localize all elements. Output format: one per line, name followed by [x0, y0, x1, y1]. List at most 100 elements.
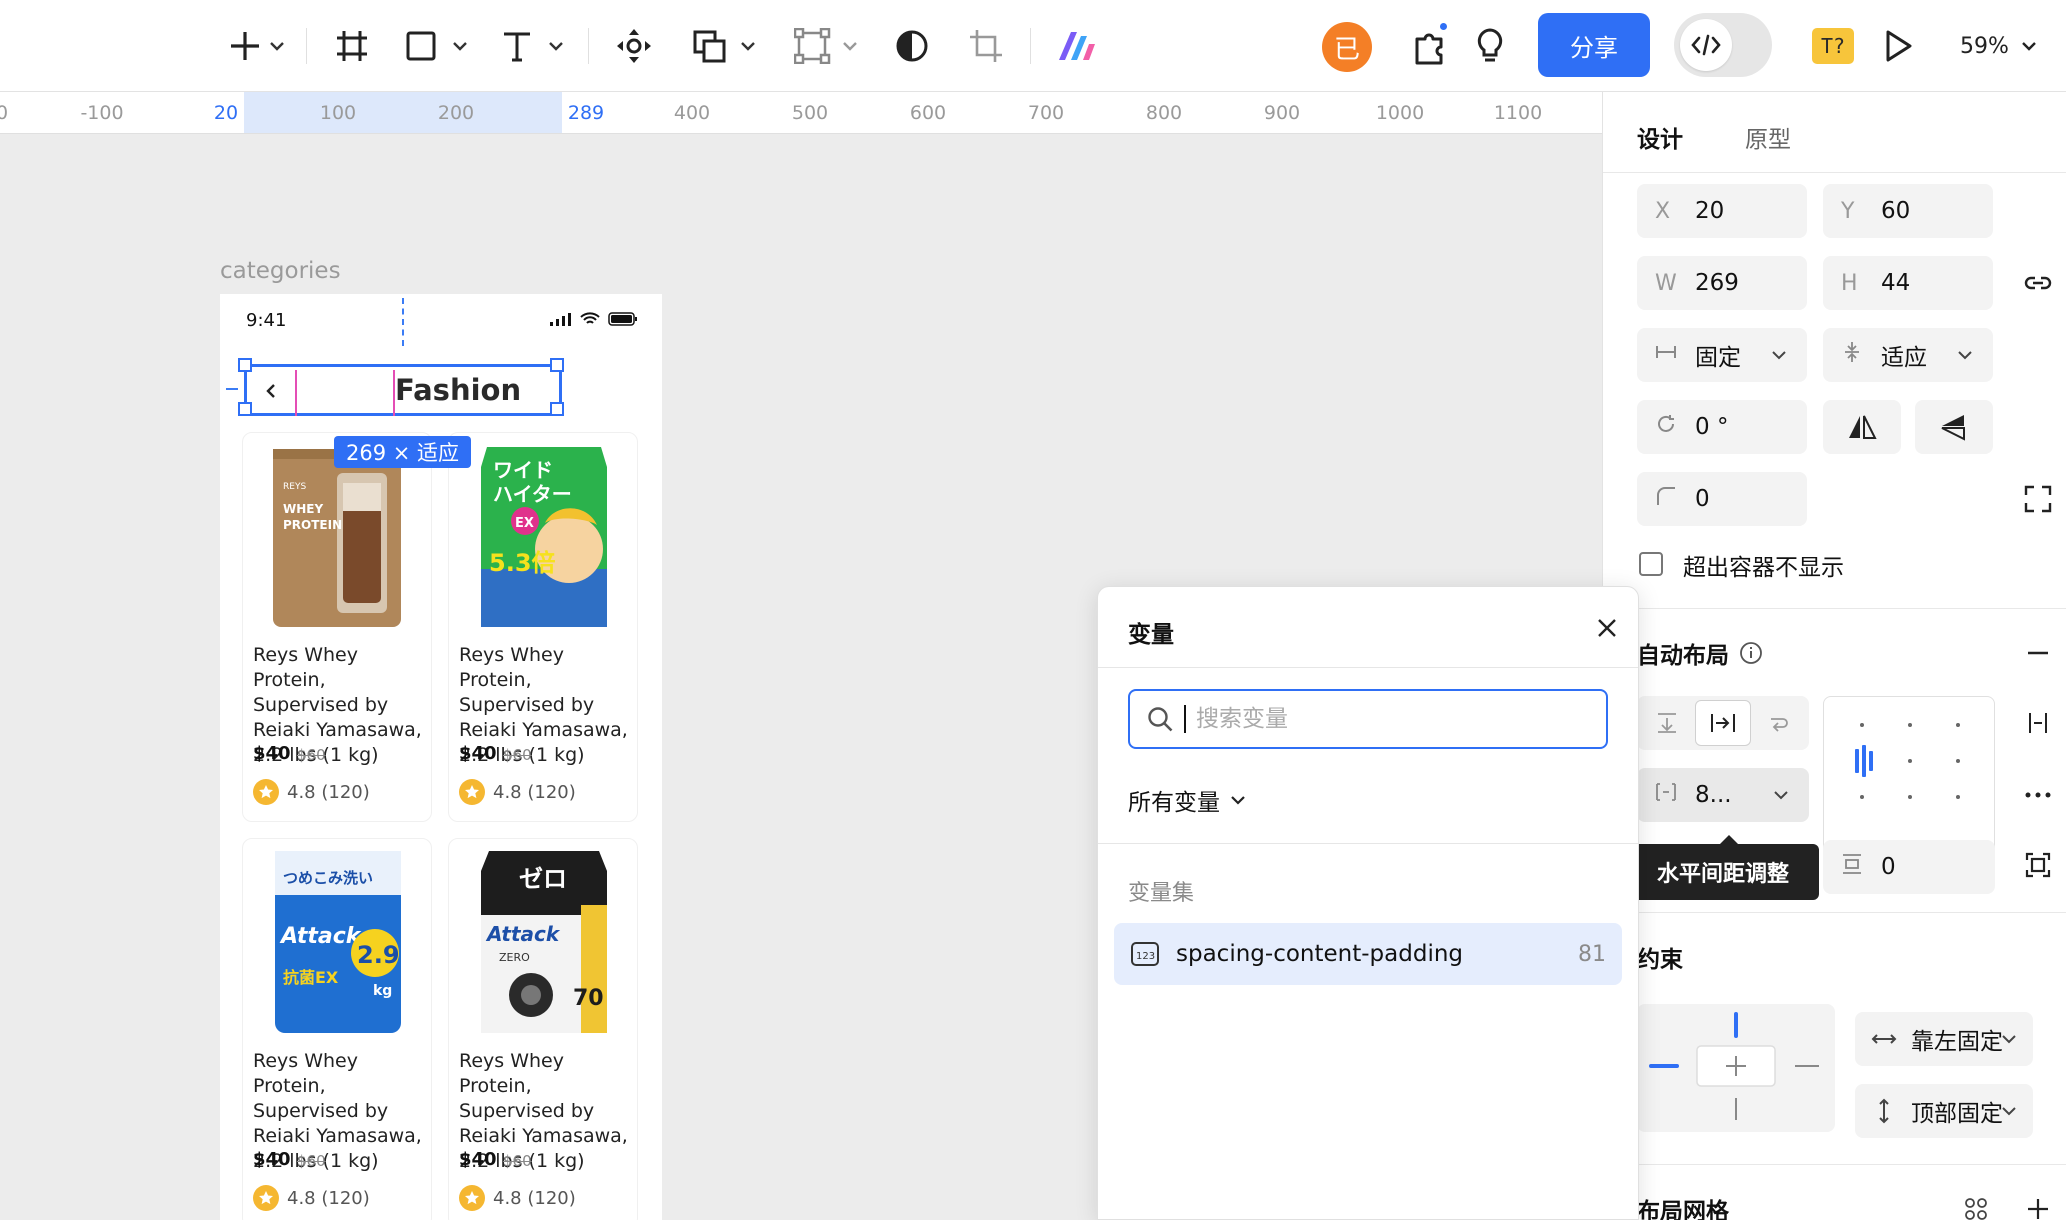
product-price: $40 — [253, 1149, 291, 1170]
svg-text:EX: EX — [515, 516, 534, 531]
individual-padding-button[interactable] — [2023, 850, 2053, 880]
tab-design[interactable]: 设计 — [1637, 120, 1683, 154]
flip-vertical-button[interactable] — [1915, 400, 1993, 454]
independent-corners-button[interactable] — [2021, 482, 2055, 516]
ruler-label: 200 — [437, 102, 475, 124]
resize-handle-top-left[interactable] — [238, 358, 252, 372]
distribute-button[interactable] — [2023, 708, 2053, 738]
status-icons — [550, 312, 638, 326]
rotate-icon — [1655, 413, 1695, 441]
frame-tool-button[interactable] — [328, 0, 376, 92]
ai-plugin-button[interactable] — [1050, 0, 1104, 92]
height-field[interactable]: H 44 — [1823, 256, 1993, 310]
nav-title: Fashion — [395, 373, 522, 407]
chevron-down-icon — [1774, 791, 1788, 800]
share-button[interactable]: 分享 — [1538, 13, 1650, 77]
clip-content-checkbox[interactable] — [1639, 552, 1663, 576]
protein-bag-image: REYS WHEY PROTEIN — [273, 449, 401, 627]
product-card[interactable]: ワイド ハイター EX 5.3倍 Reys Whey Protein, Supe… — [448, 432, 638, 822]
boolean-tool-button[interactable] — [690, 0, 764, 92]
horizontal-direction-option[interactable] — [1695, 700, 1751, 746]
ruler-label: 1100 — [1493, 102, 1543, 124]
width-field[interactable]: W 269 — [1637, 256, 1807, 310]
layout-grid-label: 布局网格 — [1637, 1199, 1729, 1220]
variable-search-input[interactable] — [1196, 706, 1576, 732]
resize-handle-bottom-right[interactable] — [550, 402, 564, 416]
ruler-label: -100 — [80, 102, 124, 124]
close-icon — [1598, 619, 1616, 637]
selected-nav-bar[interactable]: Fashion — [238, 358, 564, 416]
more-options-button[interactable] — [2023, 780, 2053, 810]
add-tool-button[interactable] — [218, 0, 296, 92]
chevron-left-icon[interactable] — [259, 379, 283, 407]
shape-tool-button[interactable] — [402, 0, 476, 92]
ruler-selection-highlight — [244, 92, 562, 133]
ai-text-badge[interactable]: T? — [1812, 28, 1854, 64]
x-field[interactable]: X 20 — [1637, 184, 1807, 238]
width-mode-dropdown[interactable]: 固定 — [1637, 328, 1807, 382]
ideas-button[interactable] — [1466, 0, 1514, 92]
grid-styles-button[interactable] — [1961, 1194, 1991, 1220]
svg-text:2.9: 2.9 — [357, 941, 400, 969]
vertical-direction-option[interactable] — [1639, 700, 1695, 746]
variable-collection-name: spacing-content-padding — [1176, 941, 1464, 967]
text-tool-button[interactable] — [498, 0, 572, 92]
chevron-down-icon — [2002, 1035, 2016, 1044]
variables-panel: 变量 所有变量 变量集 123 spacing-content-padding … — [1097, 586, 1639, 1220]
phone-frame[interactable]: 9:41 Fashion REYS WHEY PROTEIN Reys Whey — [220, 294, 662, 1220]
variable-search-field[interactable] — [1128, 689, 1608, 749]
signal-icon — [550, 313, 571, 326]
move-tool-button[interactable] — [608, 0, 660, 92]
plus-icon — [2028, 1199, 2048, 1219]
height-mode-dropdown[interactable]: 适应 — [1823, 328, 1993, 382]
product-card[interactable]: REYS WHEY PROTEIN Reys Whey Protein, Sup… — [242, 432, 432, 822]
dev-mode-toggle[interactable] — [1674, 13, 1772, 77]
info-icon[interactable] — [1739, 641, 1763, 665]
resize-handle-top-right[interactable] — [550, 358, 564, 372]
alignment-grid[interactable] — [1823, 696, 1995, 860]
vector-tool-button[interactable] — [792, 0, 866, 92]
rotation-field[interactable]: 0 ° — [1637, 400, 1807, 454]
variable-filter-dropdown[interactable]: 所有变量 — [1128, 783, 1248, 817]
present-button[interactable] — [1876, 0, 1922, 92]
wrap-direction-option[interactable] — [1751, 700, 1807, 746]
zoom-dropdown[interactable]: 59% — [1960, 28, 2041, 64]
remove-auto-layout-button[interactable] — [2023, 638, 2053, 668]
product-card[interactable]: つめこみ洗い Attack 2.9 kg 抗菌EX Reys Whey Prot… — [242, 838, 432, 1220]
gap-field[interactable]: 8... — [1637, 768, 1809, 822]
constraint-widget[interactable] — [1637, 1004, 1835, 1132]
corner-radius-field[interactable]: 0 — [1637, 472, 1807, 526]
constrain-proportions-button[interactable] — [2021, 266, 2055, 300]
product-card[interactable]: ゼロ Attack ZERO 70 Reys Whey Protein, Sup… — [448, 838, 638, 1220]
resize-handle-bottom-left[interactable] — [238, 402, 252, 416]
contrast-icon — [896, 30, 928, 62]
crop-tool-button[interactable] — [962, 0, 1010, 92]
add-layout-grid-button[interactable] — [2023, 1194, 2053, 1220]
svg-text:ゼロ: ゼロ — [519, 865, 567, 893]
padding-field[interactable]: 0 — [1823, 840, 1995, 894]
tab-prototype[interactable]: 原型 — [1745, 120, 1791, 154]
status-time: 9:41 — [246, 310, 287, 331]
ruler-label-selected-end: 289 — [567, 102, 605, 124]
ruler-label: 1000 — [1375, 102, 1425, 124]
spacing-guide-vertical — [402, 298, 404, 346]
close-button[interactable] — [1592, 613, 1622, 643]
vertical-constraint-dropdown[interactable]: 顶部固定 — [1855, 1084, 2033, 1138]
search-icon — [1148, 707, 1173, 732]
variable-collection-count: 81 — [1578, 941, 1606, 967]
auto-layout-title: 自动布局 — [1637, 636, 1763, 670]
horizontal-constraint-dropdown[interactable]: 靠左固定 — [1855, 1012, 2033, 1066]
variable-collection-item[interactable]: 123 spacing-content-padding 81 — [1114, 923, 1622, 985]
link-icon — [2024, 276, 2052, 290]
y-field[interactable]: Y 60 — [1823, 184, 1993, 238]
star-icon — [459, 1185, 485, 1211]
flip-horizontal-button[interactable] — [1823, 400, 1901, 454]
frame-name-label[interactable]: categories — [220, 258, 341, 284]
user-avatar[interactable]: 已 — [1322, 22, 1372, 72]
plugins-button[interactable] — [1404, 0, 1456, 92]
w-value: 269 — [1695, 270, 1739, 296]
mask-tool-button[interactable] — [888, 0, 936, 92]
wrap-icon — [1771, 718, 1788, 732]
star-icon — [459, 779, 485, 805]
h-label: H — [1841, 270, 1858, 296]
